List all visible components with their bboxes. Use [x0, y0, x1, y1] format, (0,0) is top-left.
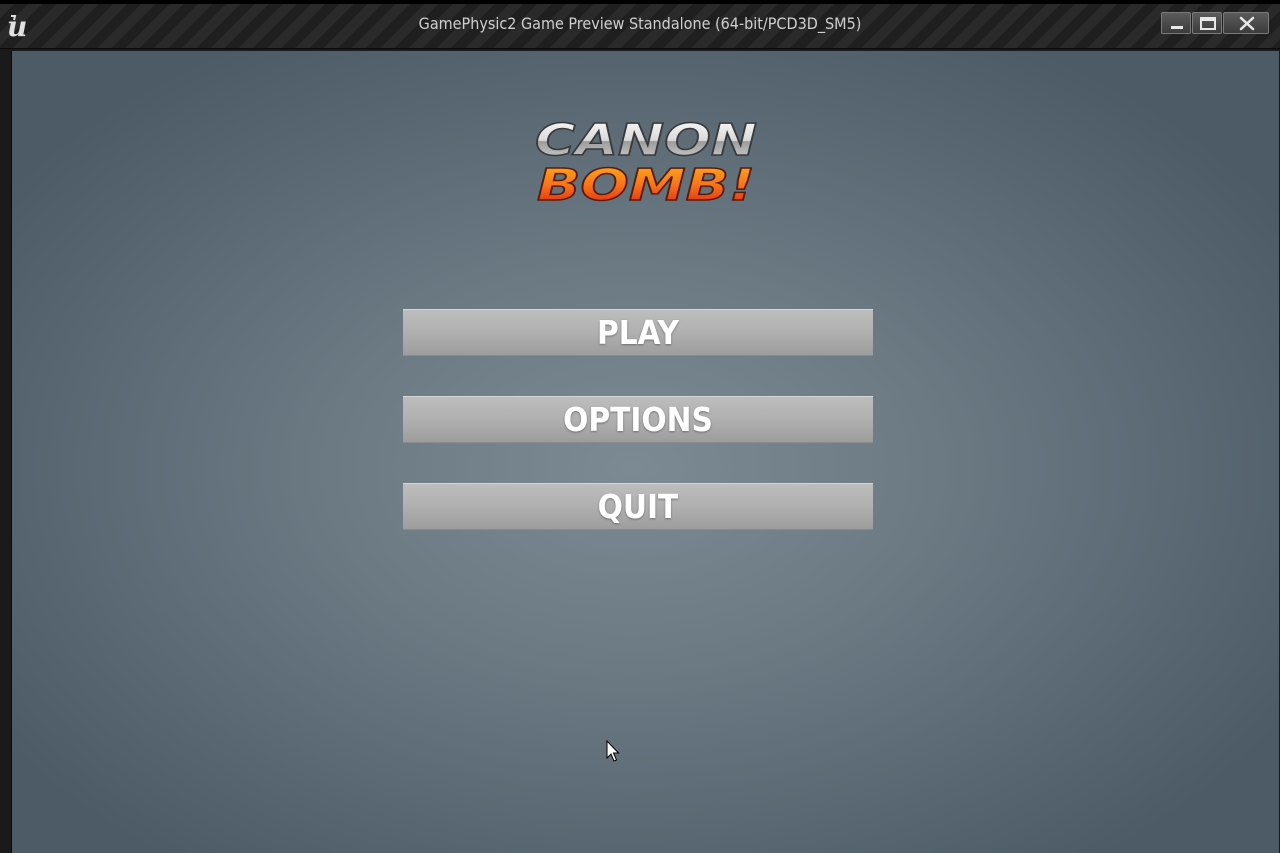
mouse-cursor-icon — [606, 740, 620, 762]
play-button[interactable]: PLAY — [403, 309, 873, 356]
options-button-label: OPTIONS — [563, 400, 713, 439]
game-window: u GamePhysic2 Game Preview Standalone (6… — [0, 0, 1280, 853]
options-button[interactable]: OPTIONS — [403, 396, 873, 443]
maximize-button[interactable] — [1192, 12, 1222, 34]
quit-button[interactable]: QUIT — [403, 483, 873, 530]
maximize-icon — [1200, 17, 1216, 30]
quit-button-label: QUIT — [597, 487, 679, 526]
close-button[interactable] — [1223, 12, 1269, 34]
title-bar[interactable]: u GamePhysic2 Game Preview Standalone (6… — [0, 4, 1280, 49]
game-logo: CANON BOMB! — [534, 115, 758, 207]
logo-line-2: BOMB! — [537, 160, 755, 207]
play-button-label: PLAY — [597, 313, 679, 352]
window-title: GamePhysic2 Game Preview Standalone (64-… — [418, 14, 862, 33]
game-viewport[interactable]: CANON BOMB! PLAY OPTIONS QUIT — [11, 51, 1279, 853]
close-icon — [1239, 16, 1255, 31]
logo-line-1: CANON — [535, 115, 757, 166]
minimize-icon — [1171, 26, 1183, 29]
minimize-button[interactable] — [1161, 12, 1191, 34]
